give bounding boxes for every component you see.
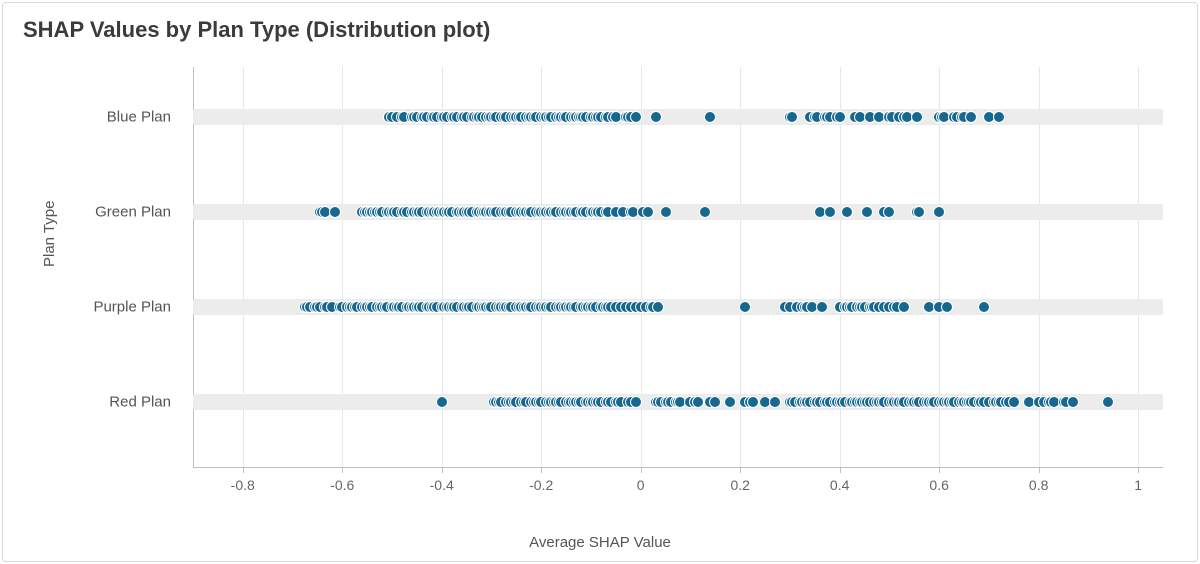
data-point[interactable] — [824, 206, 836, 218]
x-tick-mark — [740, 467, 741, 473]
data-point[interactable] — [699, 206, 711, 218]
row-band — [193, 109, 1163, 125]
x-tick-label: 0.6 — [929, 477, 948, 493]
x-tick-mark — [840, 467, 841, 473]
data-point[interactable] — [965, 111, 977, 123]
category-label: Purple Plan — [93, 299, 171, 316]
data-point[interactable] — [724, 396, 736, 408]
data-point[interactable] — [911, 111, 923, 123]
data-point[interactable] — [650, 111, 662, 123]
x-tick-mark — [641, 467, 642, 473]
data-point[interactable] — [630, 396, 642, 408]
chart-title: SHAP Values by Plan Type (Distribution p… — [23, 17, 490, 43]
x-tick-mark — [1138, 467, 1139, 473]
data-point[interactable] — [660, 206, 672, 218]
data-point[interactable] — [1067, 396, 1079, 408]
x-tick-label: 0 — [637, 477, 645, 493]
data-point[interactable] — [704, 111, 716, 123]
plot-area: -0.8-0.6-0.4-0.200.20.40.60.81Blue PlanG… — [193, 67, 1163, 467]
data-point[interactable] — [692, 396, 704, 408]
data-point[interactable] — [941, 301, 953, 313]
data-point[interactable] — [739, 301, 751, 313]
data-point[interactable] — [709, 396, 721, 408]
data-point[interactable] — [913, 206, 925, 218]
data-point[interactable] — [329, 206, 341, 218]
data-point[interactable] — [841, 206, 853, 218]
data-point[interactable] — [993, 111, 1005, 123]
category-label: Blue Plan — [107, 109, 171, 126]
x-tick-label: -0.6 — [330, 477, 354, 493]
data-point[interactable] — [786, 111, 798, 123]
x-tick-label: -0.2 — [529, 477, 553, 493]
x-tick-label: -0.8 — [231, 477, 255, 493]
category-label: Green Plan — [95, 204, 171, 221]
x-tick-label: 0.4 — [830, 477, 849, 493]
data-point[interactable] — [834, 111, 846, 123]
x-tick-label: 0.2 — [730, 477, 749, 493]
x-tick-label: 0.8 — [1029, 477, 1048, 493]
y-axis-label: Plan Type — [41, 201, 58, 267]
x-tick-mark — [442, 467, 443, 473]
x-axis-label: Average SHAP Value — [529, 534, 671, 551]
data-point[interactable] — [978, 301, 990, 313]
data-point[interactable] — [861, 206, 873, 218]
x-tick-mark — [243, 467, 244, 473]
data-point[interactable] — [630, 111, 642, 123]
x-tick-mark — [939, 467, 940, 473]
data-point[interactable] — [642, 206, 654, 218]
data-point[interactable] — [652, 301, 664, 313]
x-tick-mark — [1039, 467, 1040, 473]
data-point[interactable] — [1102, 396, 1114, 408]
data-point[interactable] — [898, 301, 910, 313]
chart-card: SHAP Values by Plan Type (Distribution p… — [2, 2, 1198, 562]
x-tick-label: -0.4 — [430, 477, 454, 493]
data-point[interactable] — [436, 396, 448, 408]
data-point[interactable] — [1008, 396, 1020, 408]
category-label: Red Plan — [109, 394, 171, 411]
x-tick-label: 1 — [1134, 477, 1142, 493]
x-tick-mark — [541, 467, 542, 473]
x-tick-mark — [342, 467, 343, 473]
x-axis-line — [193, 467, 1163, 468]
data-point[interactable] — [816, 301, 828, 313]
data-point[interactable] — [747, 396, 759, 408]
data-point[interactable] — [933, 206, 945, 218]
data-point[interactable] — [883, 206, 895, 218]
data-point[interactable] — [769, 396, 781, 408]
